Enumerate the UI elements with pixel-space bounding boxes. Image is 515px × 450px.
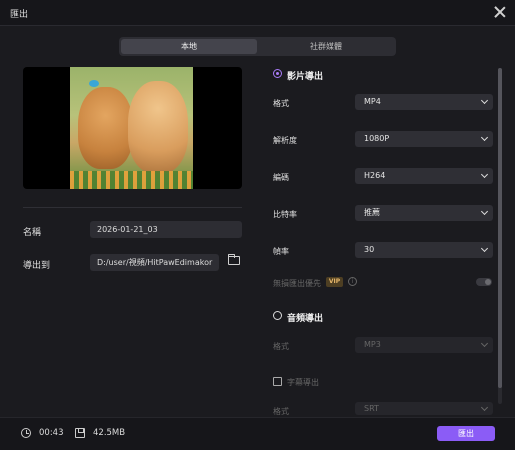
- audio-export-radio[interactable]: [273, 311, 282, 320]
- audio-format-value: MP3: [364, 340, 381, 349]
- framerate-select[interactable]: 30: [355, 242, 493, 258]
- resolution-label: 解析度: [273, 136, 297, 145]
- duration-text: 00:43: [39, 428, 64, 438]
- subtitle-export-checkbox[interactable]: [273, 377, 282, 386]
- bitrate-label: 比特率: [273, 210, 297, 219]
- scrollbar-thumb[interactable]: [498, 68, 502, 388]
- video-preview: [23, 67, 242, 189]
- chevron-down-icon: [480, 96, 489, 105]
- export-button[interactable]: 匯出: [437, 426, 495, 441]
- subtitle-export-label: 字幕導出: [287, 378, 319, 387]
- title-bar: 匯出: [0, 0, 515, 26]
- puppy-right: [128, 81, 188, 173]
- butterfly: [89, 80, 99, 87]
- audio-format-select[interactable]: MP3: [355, 337, 493, 353]
- puppy-left: [78, 87, 133, 169]
- lossless-toggle[interactable]: [476, 278, 492, 286]
- close-icon[interactable]: [493, 5, 507, 19]
- encoding-select[interactable]: H264: [355, 168, 493, 184]
- name-input[interactable]: 2026-01-21_03: [90, 221, 242, 238]
- chevron-down-icon: [480, 244, 489, 253]
- video-export-radio[interactable]: [273, 69, 282, 78]
- format-select[interactable]: MP4: [355, 94, 493, 110]
- info-icon[interactable]: i: [348, 277, 357, 286]
- vip-badge: VIP: [326, 277, 343, 287]
- audio-format-label: 格式: [273, 342, 289, 351]
- format-value: MP4: [364, 97, 381, 106]
- tab-local[interactable]: 本地: [121, 39, 257, 54]
- chevron-down-icon: [480, 403, 489, 412]
- encoding-label: 編碼: [273, 173, 289, 182]
- resolution-value: 1080P: [364, 134, 390, 143]
- framerate-value: 30: [364, 245, 375, 254]
- path-input[interactable]: D:/user/視頻/HitPawEdimakor: [90, 254, 219, 271]
- name-label: 名稱: [23, 228, 42, 238]
- preview-thumbnail: [70, 67, 193, 189]
- audio-export-title: 音頻導出: [287, 314, 324, 324]
- subtitle-format-label: 格式: [273, 407, 289, 416]
- encoding-value: H264: [364, 171, 386, 180]
- file-size-text: 42.5MB: [93, 428, 126, 438]
- format-label: 格式: [273, 99, 289, 108]
- subtitle-format-select[interactable]: SRT: [355, 402, 493, 415]
- flowers: [70, 171, 193, 189]
- clock-icon: [21, 428, 31, 438]
- framerate-label: 幀率: [273, 247, 289, 256]
- subtitle-format-value: SRT: [364, 404, 379, 413]
- chevron-down-icon: [480, 133, 489, 142]
- settings-scrollbar[interactable]: [498, 68, 502, 404]
- lossless-label: 無損匯出優先: [273, 279, 321, 288]
- video-export-title: 影片導出: [287, 72, 324, 82]
- chevron-down-icon: [480, 170, 489, 179]
- resolution-select[interactable]: 1080P: [355, 131, 493, 147]
- export-to-label: 導出到: [23, 261, 51, 271]
- bitrate-value: 推薦: [364, 208, 380, 217]
- export-tabs: 本地 社群媒體: [119, 37, 396, 56]
- chevron-down-icon: [480, 207, 489, 216]
- folder-icon[interactable]: [228, 254, 240, 265]
- save-disk-icon: [75, 428, 85, 438]
- bitrate-select[interactable]: 推薦: [355, 205, 493, 221]
- window-title: 匯出: [10, 10, 29, 20]
- divider: [23, 207, 242, 208]
- tab-social-media[interactable]: 社群媒體: [258, 39, 394, 54]
- chevron-down-icon: [480, 339, 489, 348]
